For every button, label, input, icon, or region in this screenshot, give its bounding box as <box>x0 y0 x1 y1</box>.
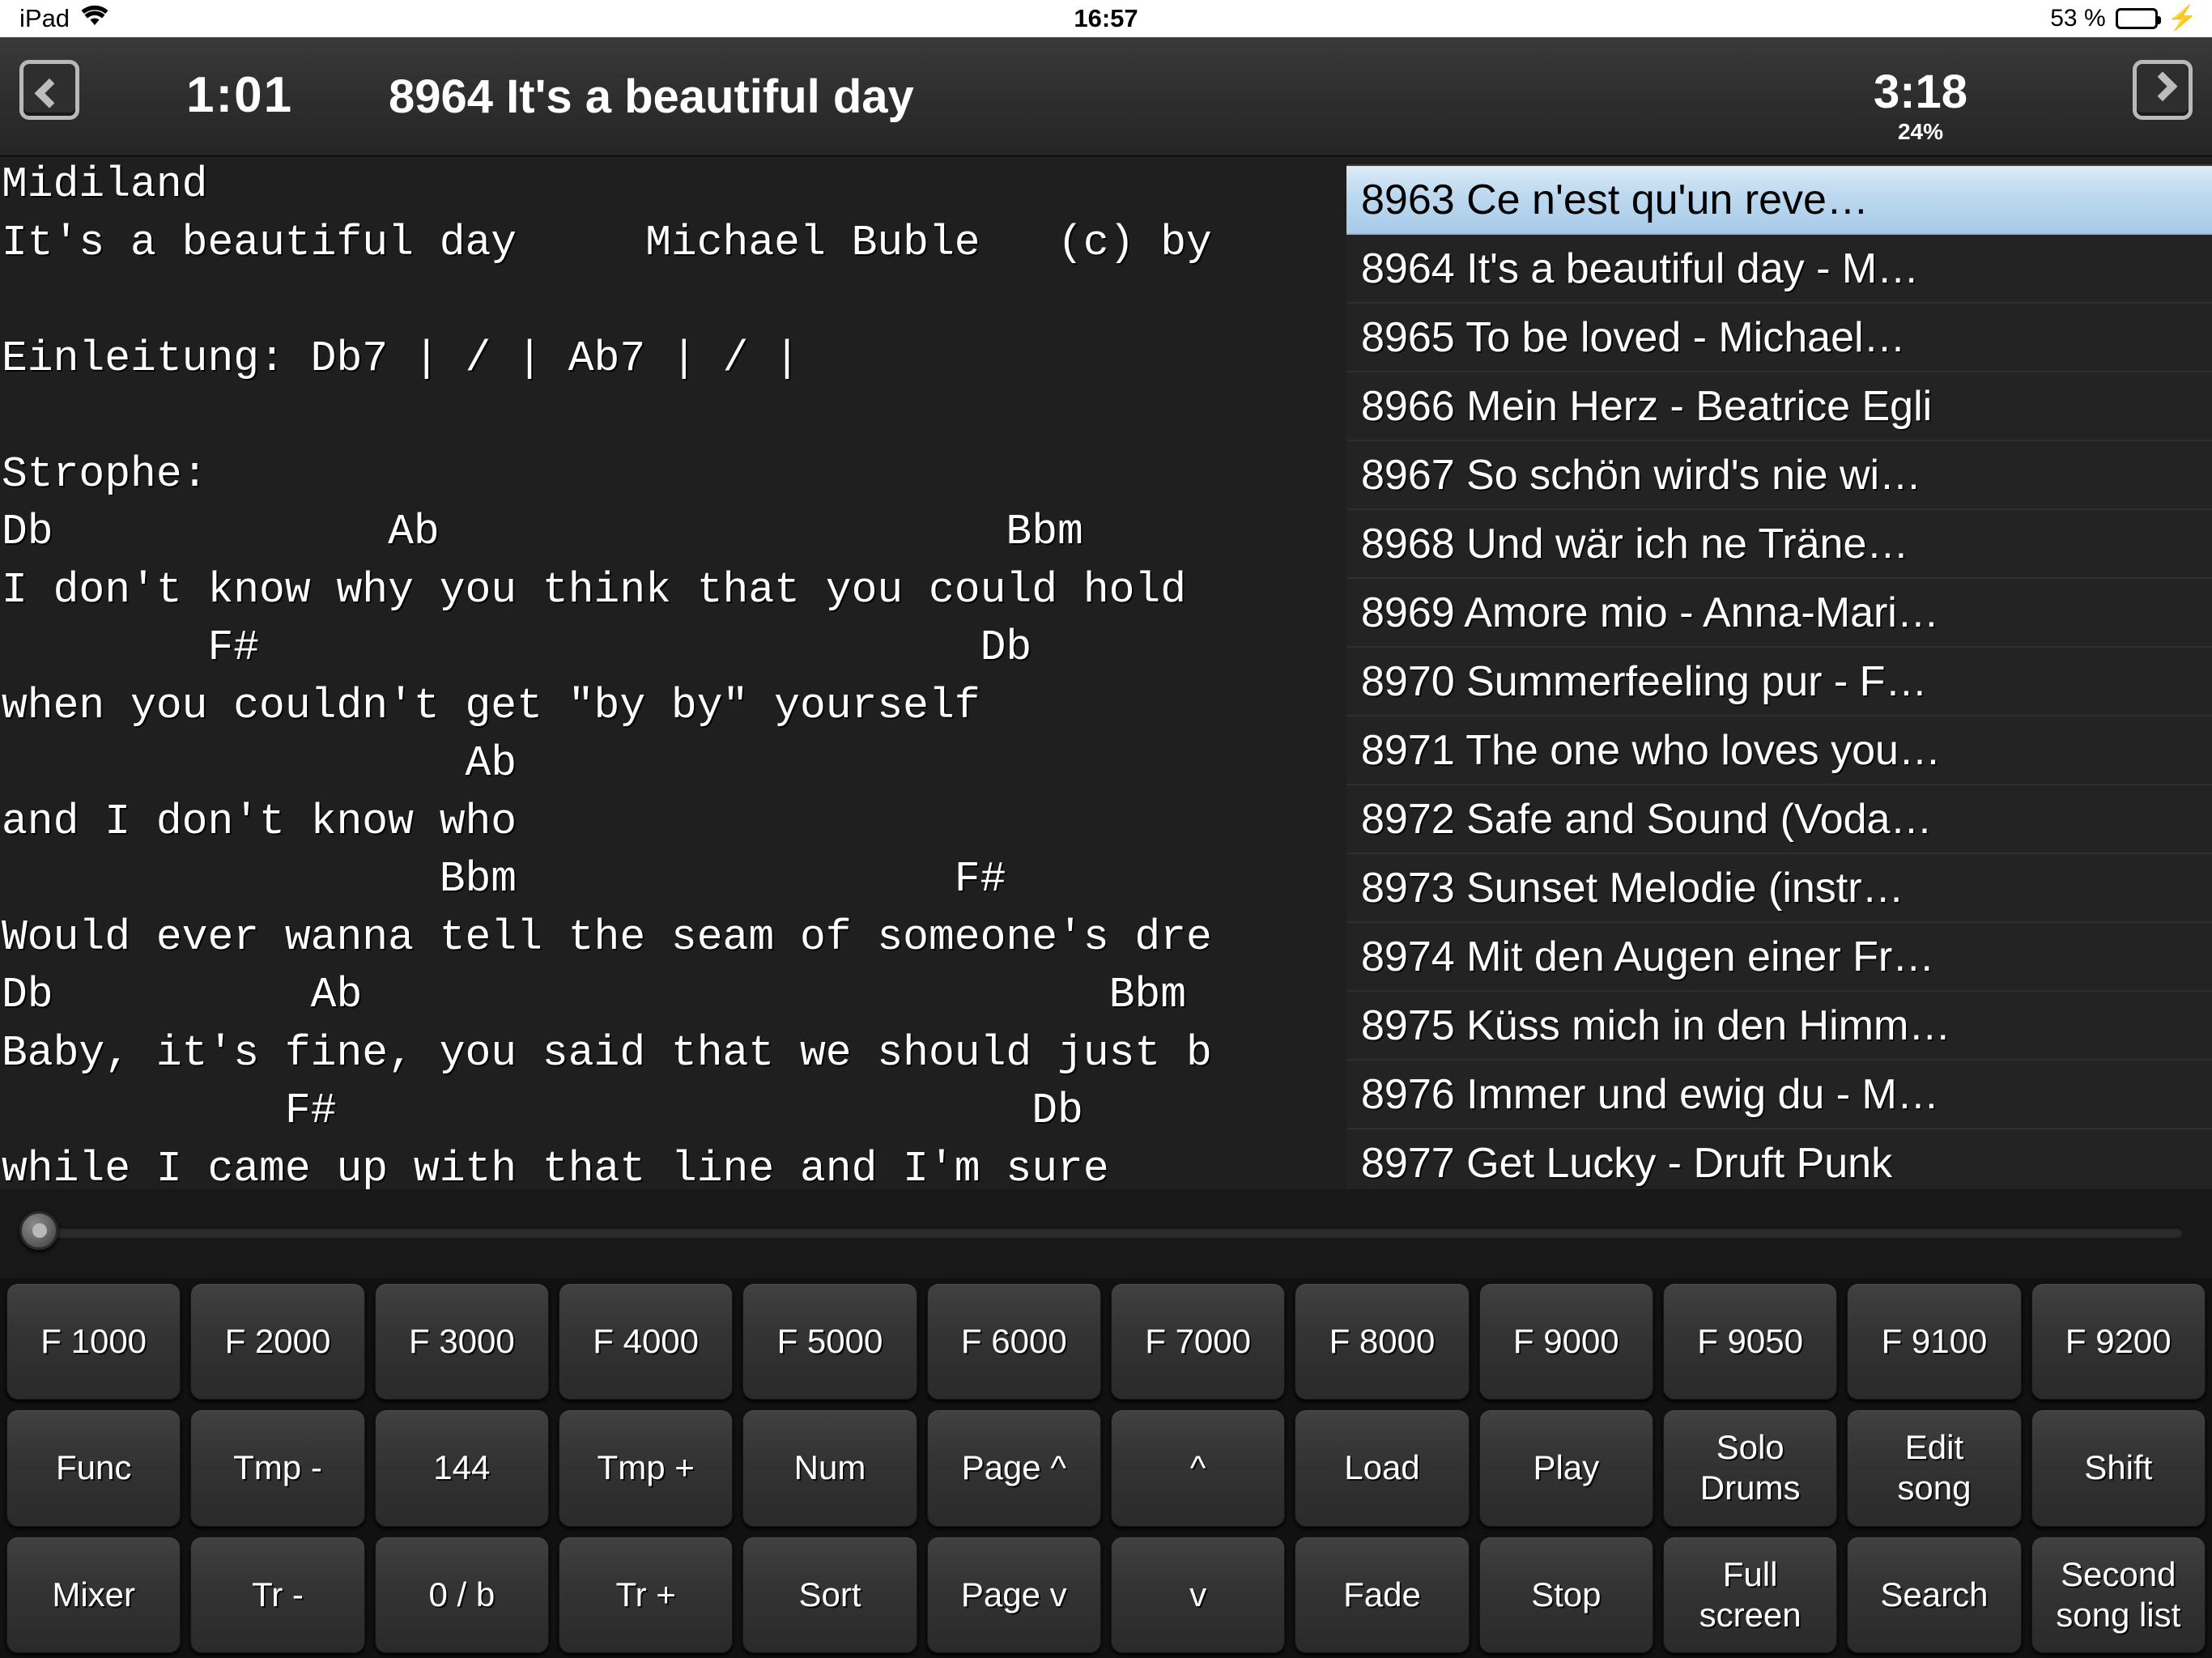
status-bar-clock: 16:57 <box>1074 4 1138 32</box>
control-button-grid: F 1000 F 2000 F 3000 F 4000 F 5000 F 6000 F 70… <box>0 1278 2212 1658</box>
song-list-item[interactable]: 8976 Immer und ewig du - M… <box>1346 1061 2212 1129</box>
progress-slider[interactable] <box>0 1189 2212 1278</box>
button-func[interactable]: Func <box>6 1409 181 1527</box>
chevron-left-icon <box>34 78 65 108</box>
song-list-item[interactable]: 8972 Safe and Sound (Voda… <box>1346 785 2212 854</box>
button-load[interactable]: Load <box>1295 1409 1470 1527</box>
utility-button-row: Mixer Tr -0 / b Tr + Sort Page v v Fade Stop Ful… <box>0 1532 2212 1658</box>
lyrics-chord-sheet[interactable]: Midiland It's a beautiful day Michael Bu… <box>0 156 1360 1189</box>
button-tmp[interactable]: Tmp - <box>190 1409 365 1527</box>
progress-slider-track[interactable] <box>29 1226 2183 1238</box>
app-root: iPad 16:57 53 % ⚡ 1:01 8964 It's a beaut… <box>0 0 2212 1658</box>
song-list[interactable]: 8963 Ce n'est qu'un reve… 8964 It's a bea… <box>1346 164 2212 1192</box>
button-num[interactable]: Num <box>742 1409 917 1527</box>
song-list-item[interactable]: 8969 Amore mio - Anna-Mari… <box>1346 579 2212 648</box>
button-[interactable]: ^ <box>1110 1409 1286 1527</box>
ios-status-bar: iPad 16:57 53 % ⚡ <box>0 0 2212 37</box>
song-list-item[interactable]: 8967 So schön wird's nie wi… <box>1346 441 2212 510</box>
button-full-screen[interactable]: Full screen <box>1662 1536 1838 1653</box>
button-0-b[interactable]: 0 / b <box>374 1536 549 1653</box>
button-f-1000[interactable]: F 1000 <box>6 1283 181 1401</box>
button-f-9100[interactable]: F 9100 <box>1847 1283 2022 1401</box>
button-sort[interactable]: Sort <box>742 1536 917 1653</box>
song-list-item[interactable]: 8964 It's a beautiful day - M… <box>1346 235 2212 304</box>
progress-slider-thumb[interactable] <box>19 1211 58 1250</box>
button-f-7000[interactable]: F 7000 <box>1110 1283 1286 1401</box>
button-edit-song[interactable]: Edit song <box>1847 1409 2022 1527</box>
song-list-item[interactable]: 8973 Sunset Melodie (instr… <box>1346 854 2212 923</box>
previous-song-button[interactable] <box>19 60 79 120</box>
button-second-song-list[interactable]: Second song list <box>2031 1536 2206 1653</box>
song-list-item[interactable]: 8977 Get Lucky - Druft Punk <box>1346 1129 2212 1192</box>
page-title: 8964 It's a beautiful day <box>389 70 914 123</box>
remaining-time-label: 3:18 <box>1873 66 1968 118</box>
button-f-3000[interactable]: F 3000 <box>374 1283 549 1401</box>
button-tmp[interactable]: Tmp + <box>558 1409 734 1527</box>
button-tr[interactable]: Tr - <box>190 1536 365 1653</box>
button-search[interactable]: Search <box>1847 1536 2022 1653</box>
button-mixer[interactable]: Mixer <box>6 1536 181 1653</box>
button-f-2000[interactable]: F 2000 <box>190 1283 365 1401</box>
button-solo-drums[interactable]: Solo Drums <box>1662 1409 1838 1527</box>
button-f-9050[interactable]: F 9050 <box>1662 1283 1838 1401</box>
song-list-item[interactable]: 8974 Mit den Augen einer Fr… <box>1346 923 2212 992</box>
song-list-item[interactable]: 8966 Mein Herz - Beatrice Egli <box>1346 372 2212 441</box>
song-list-item[interactable]: 8963 Ce n'est qu'un reve… <box>1346 166 2212 235</box>
button-f-6000[interactable]: F 6000 <box>926 1283 1101 1401</box>
button-f-9200[interactable]: F 9200 <box>2031 1283 2206 1401</box>
song-list-item[interactable]: 8970 Summerfeeling pur - F… <box>1346 648 2212 716</box>
song-list-item[interactable]: 8968 Und wär ich ne Träne… <box>1346 510 2212 579</box>
button-shift[interactable]: Shift <box>2031 1409 2206 1527</box>
chevron-right-icon <box>2147 71 2178 102</box>
player-toolbar: 1:01 8964 It's a beautiful day 3:18 24% <box>0 37 2212 187</box>
button-page-v[interactable]: Page v <box>926 1536 1101 1653</box>
elapsed-time-label: 1:01 <box>186 67 294 123</box>
button-f-9000[interactable]: F 9000 <box>1478 1283 1653 1401</box>
button-play[interactable]: Play <box>1478 1409 1653 1527</box>
next-song-button[interactable] <box>2133 60 2193 120</box>
button-f-4000[interactable]: F 4000 <box>558 1283 734 1401</box>
button-fade[interactable]: Fade <box>1295 1536 1470 1653</box>
remaining-time-block: 3:18 24% <box>1791 66 2050 145</box>
progress-percent-label: 24% <box>1897 118 1944 144</box>
button-v[interactable]: v <box>1110 1536 1286 1653</box>
button-stop[interactable]: Stop <box>1478 1536 1653 1653</box>
song-list-item[interactable]: 8965 To be loved - Michael… <box>1346 304 2212 372</box>
song-list-item[interactable]: 8975 Küss mich in den Himm… <box>1346 992 2212 1061</box>
battery-icon <box>2115 8 2161 29</box>
button-f-5000[interactable]: F 5000 <box>742 1283 917 1401</box>
button-tr[interactable]: Tr + <box>558 1536 734 1653</box>
transport-button-row: Func Tmp -144 Tmp + Num Page ^ ^ Load Play Solo … <box>0 1405 2212 1531</box>
song-list-item[interactable]: 8971 The one who loves you… <box>1346 716 2212 785</box>
button-page[interactable]: Page ^ <box>926 1409 1101 1527</box>
button-144[interactable]: 144 <box>374 1409 549 1527</box>
function-button-row: F 1000 F 2000 F 3000 F 4000 F 5000 F 6000 F 70… <box>0 1278 2212 1405</box>
button-f-8000[interactable]: F 8000 <box>1295 1283 1470 1401</box>
